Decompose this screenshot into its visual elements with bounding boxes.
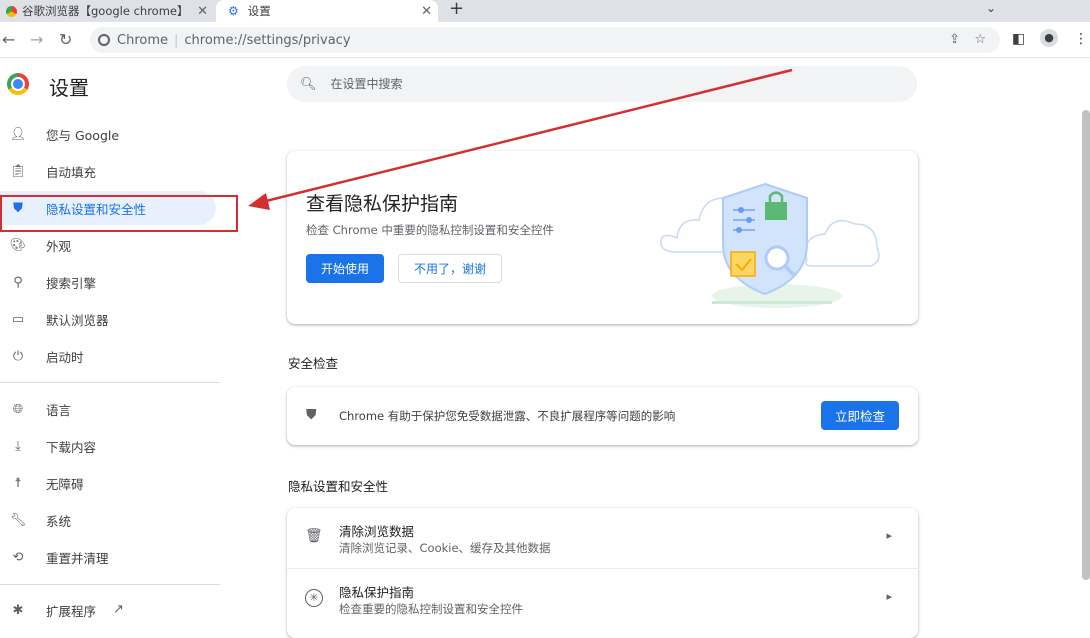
search-input[interactable] [330,77,871,91]
url-separator: | [174,32,179,48]
share-icon[interactable]: ⇪ [949,32,960,47]
person-icon: 👤︎ [9,126,27,142]
sidebar-item-downloads[interactable]: ⤓ 下载内容 [0,429,216,463]
sidebar-item-label: 语言 [46,402,72,418]
sidebar-item-label: 下载内容 [46,439,97,455]
get-started-button[interactable]: 开始使用 [306,254,384,283]
sidebar-item-label: 系统 [46,513,72,529]
row-subtitle: 检查重要的隐私控制设置和安全控件 [339,602,523,616]
more-menu-icon[interactable]: ⋮ [1074,31,1088,47]
settings-header: 设置 🔍︎ [0,58,1090,110]
compass-icon: ✳ [305,589,323,607]
close-icon[interactable]: ✕ [421,4,432,19]
guide-title: 查看隐私保护指南 [306,193,459,215]
close-icon[interactable]: ✕ [197,4,208,19]
tab-title: 谷歌浏览器【google chrome】 [22,4,189,18]
page-title: 设置 [49,76,89,100]
sidebar-item-autofill[interactable]: 📋︎ 自动填充 [0,154,216,188]
sidebar-item-label: 重置并清理 [46,550,109,566]
row-title: 隐私保护指南 [339,585,415,600]
sidebar-item-label: 扩展程序 [46,603,97,619]
sidebar-item-you-and-google[interactable]: 👤︎ 您与 Google [0,117,216,151]
palette-icon: 🎨︎ [9,237,27,253]
reload-icon[interactable]: ↻ [59,30,72,49]
clear-browsing-data-row[interactable]: 🗑︎ 清除浏览数据 清除浏览记录、Cookie、缓存及其他数据 ▸ [287,508,918,569]
settings-search[interactable]: 🔍︎ [287,66,917,102]
chevron-right-icon: ▸ [886,529,892,542]
tab-settings[interactable]: ⚙ 设置 ✕ [216,0,438,22]
sidebar-item-extensions[interactable]: ✱ 扩展程序 ↗ [0,593,216,627]
power-icon: ⏻ [12,348,24,364]
browser-icon: ▭ [11,311,25,327]
sidebar-item-accessibility[interactable]: ☨ 无障碍 [0,466,216,500]
chevron-right-icon: ▸ [886,590,892,603]
sidebar-item-label: 默认浏览器 [46,312,109,328]
privacy-security-heading: 隐私设置和安全性 [288,479,389,494]
url-text[interactable]: chrome://settings/privacy [184,33,350,48]
page-scrollbar[interactable] [1082,110,1090,580]
toolbar: ← → ↻ Chrome | chrome://settings/privacy… [0,22,1090,58]
sidebar-divider [0,584,220,585]
back-arrow-icon[interactable]: ← [2,30,15,49]
sidebar-item-label: 您与 Google [46,127,120,143]
sidebar-item-appearance[interactable]: 🎨︎ 外观 [0,228,216,262]
download-icon: ⤓ [15,438,21,454]
row-title: 清除浏览数据 [339,524,415,539]
site-name: Chrome [117,32,168,48]
no-thanks-button[interactable]: 不用了，谢谢 [398,254,502,283]
privacy-guide-row[interactable]: ✳ 隐私保护指南 检查重要的隐私控制设置和安全控件 ▸ [287,569,918,629]
trash-icon: 🗑︎ [305,528,323,544]
clipboard-icon: 📋︎ [9,163,27,179]
tab-search-button[interactable]: ⌄ [986,1,996,15]
search-icon: ⚲ [13,274,23,290]
tab-title: 设置 [247,4,271,18]
puzzle-icon: ✱ [12,602,24,618]
annotation-highlight-box [0,195,238,232]
row-subtitle: 清除浏览记录、Cookie、缓存及其他数据 [339,541,551,555]
accessibility-icon: ☨ [14,475,22,491]
sidebar-item-languages[interactable]: 🌐︎ 语言 [0,392,216,426]
sidebar-divider [0,382,220,383]
globe-icon: 🌐︎ [12,401,24,417]
sidebar-item-system[interactable]: 🔧︎ 系统 [0,503,216,537]
external-link-icon: ↗ [113,602,124,617]
privacy-security-card: 🗑︎ 清除浏览数据 清除浏览记录、Cookie、缓存及其他数据 ▸ ✳ 隐私保护… [287,508,918,638]
privacy-shield-illustration [660,182,880,308]
tab-google-chrome[interactable]: 谷歌浏览器【google chrome】 ✕ [0,0,214,22]
chrome-site-icon [98,34,110,46]
bookmark-star-icon[interactable]: ☆ [974,32,986,47]
shield-check-icon: ⛊ [306,407,317,423]
sidebar-item-label: 搜索引擎 [46,275,97,291]
history-icon: ⟲ [12,549,24,565]
guide-description: 检查 Chrome 中重要的隐私控制设置和安全控件 [306,223,554,237]
sidebar-item-search-engine[interactable]: ⚲ 搜索引擎 [0,265,216,299]
search-icon: 🔍︎ [300,76,317,92]
profile-avatar-icon[interactable]: ● [1040,29,1058,47]
gear-icon: ⚙ [228,4,239,18]
tab-strip: 谷歌浏览器【google chrome】 ✕ ⚙ 设置 ✕ + ⌄ [0,0,1090,22]
sidebar-item-label: 无障碍 [46,476,84,492]
new-tab-button[interactable]: + [449,0,464,19]
safety-check-heading: 安全检查 [288,356,339,371]
address-bar[interactable]: Chrome | chrome://settings/privacy ⇪ ☆ [90,27,1000,53]
sidebar-item-label: 外观 [46,238,72,254]
privacy-guide-promo-card: 查看隐私保护指南 检查 Chrome 中重要的隐私控制设置和安全控件 开始使用 … [287,151,918,324]
chrome-favicon-icon [6,5,17,17]
chrome-logo-icon [7,73,29,95]
sidebar-item-default-browser[interactable]: ▭ 默认浏览器 [0,302,216,336]
check-now-button[interactable]: 立即检查 [821,401,899,430]
safety-check-card: ⛊ Chrome 有助于保护您免受数据泄露、不良扩展程序等问题的影响 立即检查 [287,387,918,445]
wrench-icon: 🔧︎ [9,512,27,528]
sidebar-item-label: 启动时 [46,349,84,365]
sidebar-item-reset[interactable]: ⟲ 重置并清理 [0,540,216,574]
safety-check-description: Chrome 有助于保护您免受数据泄露、不良扩展程序等问题的影响 [339,409,676,423]
sidebar-item-on-startup[interactable]: ⏻ 启动时 [0,339,216,373]
sidebar-item-label: 自动填充 [46,164,97,180]
side-panel-icon[interactable]: ◧ [1012,31,1025,47]
forward-arrow-icon[interactable]: → [30,30,43,49]
